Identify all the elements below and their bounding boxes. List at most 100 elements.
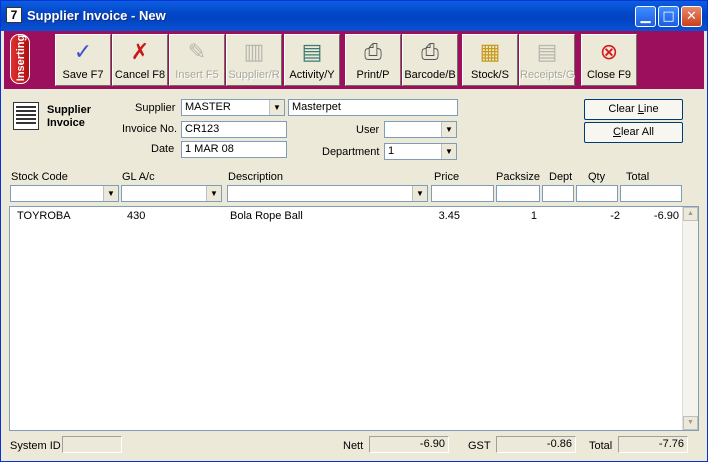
minimize-button[interactable]: ▁ xyxy=(635,6,656,27)
form-heading-line1: Supplier xyxy=(47,104,92,116)
close-circle-icon: ⊗ xyxy=(599,40,619,65)
column-header-gl-ac: GL A/c xyxy=(122,171,155,183)
packsize-entry[interactable] xyxy=(496,185,540,202)
qty-entry[interactable] xyxy=(576,185,618,202)
close-form-button[interactable]: ⊗ Close F9 xyxy=(581,34,637,86)
supplier-button-label: Supplier/R xyxy=(228,69,280,81)
activity-icon: ▤ xyxy=(301,40,323,65)
invoice-lines-grid[interactable]: TOYROBA 430 Bola Rope Ball 3.45 1 -2 -6.… xyxy=(9,206,699,431)
close-window-button[interactable]: ✕ xyxy=(681,6,702,27)
nett-value: -6.90 xyxy=(369,436,449,453)
stock-icon: ▦ xyxy=(479,40,501,65)
department-label: Department xyxy=(322,146,380,158)
window-title: Supplier Invoice - New xyxy=(27,8,166,23)
app-icon[interactable]: 7 xyxy=(6,7,22,23)
minimize-icon: ▁ xyxy=(640,9,651,24)
cell-qty: -2 xyxy=(610,210,620,222)
user-dropdown[interactable]: ▼ xyxy=(384,121,457,138)
close-form-label: Close F9 xyxy=(586,69,632,81)
supplier-invoice-window: 7 Supplier Invoice - New ▁ □ ✕ Inserting… xyxy=(0,0,708,462)
total-label: Total xyxy=(589,440,613,452)
checkmark-icon: ✓ xyxy=(73,40,93,65)
stock-label: Stock/S xyxy=(471,69,509,81)
close-icon: ✕ xyxy=(686,9,697,24)
cell-gl-ac: 430 xyxy=(127,210,146,222)
dept-entry[interactable] xyxy=(542,185,574,202)
user-label: User xyxy=(356,124,380,136)
column-header-stock-code: Stock Code xyxy=(11,171,68,183)
stock-code-entry[interactable]: ▼ xyxy=(10,185,119,202)
column-header-description: Description xyxy=(228,171,284,183)
invoice-no-field[interactable]: CR123 xyxy=(181,121,287,138)
chevron-down-icon: ▼ xyxy=(412,186,427,201)
cross-icon: ✗ xyxy=(130,40,150,65)
system-id-field xyxy=(62,436,122,453)
supplier-icon: ▥ xyxy=(243,40,265,65)
clear-line-button[interactable]: Clear Line xyxy=(584,99,683,120)
receipts-icon: ▤ xyxy=(536,40,558,65)
stock-button[interactable]: ▦ Stock/S xyxy=(462,34,518,86)
supplier-button[interactable]: ▥ Supplier/R xyxy=(226,34,282,86)
cancel-button[interactable]: ✗ Cancel F8 xyxy=(112,34,168,86)
invoice-no-label: Invoice No. xyxy=(122,123,178,135)
cell-packsize: 1 xyxy=(530,210,537,222)
chevron-down-icon: ▼ xyxy=(441,144,456,159)
total-entry[interactable] xyxy=(620,185,682,202)
title-bar[interactable]: 7 Supplier Invoice - New ▁ □ ✕ xyxy=(1,1,707,31)
supplier-label: Supplier xyxy=(135,102,176,114)
cell-total: -6.90 xyxy=(653,210,679,222)
maximize-button[interactable]: □ xyxy=(658,6,679,27)
description-entry[interactable]: ▼ xyxy=(227,185,428,202)
clear-all-label: Clear All xyxy=(613,126,654,138)
column-header-total: Total xyxy=(626,171,650,183)
pencil-icon: ✎ xyxy=(187,40,207,65)
insert-label: Insert F5 xyxy=(175,69,219,81)
activity-label: Activity/Y xyxy=(289,69,335,81)
column-header-qty: Qty xyxy=(588,171,606,183)
chevron-down-icon: ▼ xyxy=(269,100,284,115)
insert-button[interactable]: ✎ Insert F5 xyxy=(169,34,225,86)
supplier-dropdown[interactable]: MASTER ▼ xyxy=(181,99,285,116)
inserting-status-label: Inserting xyxy=(15,34,27,82)
chevron-down-icon: ▼ xyxy=(103,186,118,201)
supplier-code-value: MASTER xyxy=(185,101,231,113)
price-entry[interactable] xyxy=(431,185,494,202)
scroll-down-icon[interactable]: ▼ xyxy=(683,416,698,430)
cell-description: Bola Rope Ball xyxy=(230,210,303,222)
supplier-name-field[interactable]: Masterpet xyxy=(288,99,458,116)
gst-value: -0.86 xyxy=(496,436,576,453)
printer-icon: ⎙ xyxy=(364,40,382,65)
save-button[interactable]: ✓ Save F7 xyxy=(55,34,111,86)
barcode-button[interactable]: ⎙ Barcode/B xyxy=(402,34,458,86)
barcode-printer-icon: ⎙ xyxy=(421,40,439,65)
date-label: Date xyxy=(151,143,175,155)
column-header-dept: Dept xyxy=(549,171,573,183)
form-heading-line2: Invoice xyxy=(47,117,85,129)
scroll-up-icon[interactable]: ▲ xyxy=(683,207,698,221)
print-button[interactable]: ⎙ Print/P xyxy=(345,34,401,86)
date-field[interactable]: 1 MAR 08 xyxy=(181,141,287,158)
table-row[interactable]: TOYROBA 430 Bola Rope Ball 3.45 1 -2 -6.… xyxy=(10,209,682,225)
receipts-button[interactable]: ▤ Receipts/G xyxy=(519,34,575,86)
gl-ac-entry[interactable]: ▼ xyxy=(121,185,222,202)
clear-all-button[interactable]: Clear All xyxy=(584,122,683,143)
grid-scrollbar[interactable]: ▲ ▼ xyxy=(682,207,698,430)
invoice-document-icon xyxy=(13,102,39,130)
barcode-label: Barcode/B xyxy=(404,69,456,81)
nett-label: Nett xyxy=(343,440,364,452)
activity-button[interactable]: ▤ Activity/Y xyxy=(284,34,340,86)
print-label: Print/P xyxy=(356,69,390,81)
cell-stock-code: TOYROBA xyxy=(17,210,71,222)
department-value: 1 xyxy=(388,145,395,157)
total-value: -7.76 xyxy=(618,436,688,453)
department-dropdown[interactable]: 1 ▼ xyxy=(384,143,457,160)
system-id-label: System ID xyxy=(10,440,61,452)
column-header-price: Price xyxy=(434,171,460,183)
gst-label: GST xyxy=(468,440,491,452)
maximize-icon: □ xyxy=(662,9,675,24)
column-header-packsize: Packsize xyxy=(496,171,541,183)
save-label: Save F7 xyxy=(62,69,104,81)
cancel-label: Cancel F8 xyxy=(114,69,166,81)
cell-price: 3.45 xyxy=(438,210,460,222)
receipts-label: Receipts/G xyxy=(520,69,575,81)
